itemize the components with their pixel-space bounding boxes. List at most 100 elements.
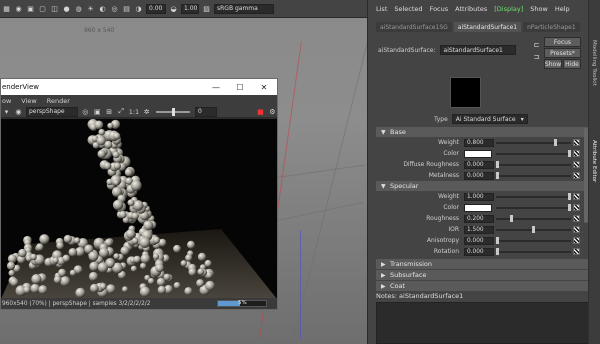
exposure-icon[interactable]: ◑ xyxy=(134,4,143,13)
attr-slider-thumb[interactable] xyxy=(496,248,499,255)
region-icon[interactable]: ⊞ xyxy=(105,107,114,116)
presets-button[interactable]: Presets* xyxy=(544,48,581,58)
menu-render[interactable]: Render xyxy=(47,97,70,105)
colorspace-dropdown[interactable]: sRGB gamma xyxy=(214,3,274,14)
isolate-icon[interactable]: ◎ xyxy=(110,4,119,13)
hide-button[interactable]: Hide xyxy=(563,59,581,69)
exposure-slider-thumb[interactable] xyxy=(172,107,176,116)
attr-slider-thumb[interactable] xyxy=(568,204,571,211)
menu-list[interactable]: List xyxy=(376,5,387,13)
map-texture-icon[interactable] xyxy=(573,248,580,255)
camera-dropdown[interactable]: perspShape xyxy=(25,106,78,117)
tab-particle-shape[interactable]: nParticleShape1 xyxy=(523,22,580,32)
gamma-field[interactable]: 1.00 xyxy=(181,3,199,14)
menu-show[interactable]: Show xyxy=(530,5,548,13)
attr-value-field[interactable]: 0.000 xyxy=(464,248,494,256)
attr-slider-thumb[interactable] xyxy=(496,237,499,244)
ratio-button[interactable]: 1:1 xyxy=(129,108,139,116)
map-texture-icon[interactable] xyxy=(573,172,580,179)
camera-icon[interactable]: ◉ xyxy=(14,107,23,116)
attr-value-field[interactable]: 1.500 xyxy=(464,226,494,234)
attr-slider-thumb[interactable] xyxy=(568,150,571,157)
attr-value-field[interactable]: 1.000 xyxy=(464,193,494,201)
gamma-icon[interactable]: ◒ xyxy=(169,4,178,13)
render-dropdown-icon[interactable]: ▾ xyxy=(2,107,11,116)
map-texture-icon[interactable] xyxy=(573,204,580,211)
tab-shading-group[interactable]: aiStandardSurface1SG xyxy=(376,22,452,32)
render-settings-icon[interactable]: ⚙ xyxy=(268,107,277,116)
attr-value-field[interactable]: 0.200 xyxy=(464,215,494,223)
attr-slider-thumb[interactable] xyxy=(568,193,571,200)
exposure-slider[interactable] xyxy=(156,107,191,116)
attr-slider[interactable] xyxy=(496,172,571,179)
resolution-gate-icon[interactable]: ▢ xyxy=(38,4,47,13)
wireframe-icon[interactable]: ◫ xyxy=(50,4,59,13)
side-tab-attribute-editor[interactable]: Attribute Editor xyxy=(591,140,597,182)
exposure-field[interactable]: 0.00 xyxy=(146,3,166,14)
output-connections-icon[interactable]: ⊐ xyxy=(532,52,541,61)
xray-icon[interactable]: ▤ xyxy=(122,4,131,13)
type-dropdown[interactable]: Ai Standard Surface ▾ xyxy=(451,114,528,124)
exposure-value[interactable]: 0 xyxy=(195,106,217,117)
menu-attributes[interactable]: Attributes xyxy=(455,5,487,13)
stop-render-icon[interactable]: ■ xyxy=(256,107,265,116)
menu-selected[interactable]: Selected xyxy=(394,5,422,13)
map-texture-icon[interactable] xyxy=(573,150,580,157)
attr-slider[interactable] xyxy=(496,204,571,211)
shader-name-field[interactable]: aiStandardSurface1 xyxy=(439,45,516,55)
attr-slider-thumb[interactable] xyxy=(496,172,499,179)
render-view-titlebar[interactable]: enderView — ☐ ✕ xyxy=(1,79,277,95)
section-specular[interactable]: ▼ Specular xyxy=(376,181,589,191)
notes-textarea[interactable] xyxy=(376,302,589,344)
attr-slider-thumb[interactable] xyxy=(510,215,513,222)
section-transmission[interactable]: ▶ Transmission xyxy=(376,259,589,269)
attr-slider[interactable] xyxy=(496,161,571,168)
close-icon[interactable]: ✕ xyxy=(253,79,275,95)
attr-value-field[interactable]: 0.000 xyxy=(464,237,494,245)
grid-icon[interactable]: ▦ xyxy=(2,4,11,13)
attr-slider[interactable] xyxy=(496,237,571,244)
fit-icon[interactable]: ⤢ xyxy=(117,107,126,116)
lights-icon[interactable]: ☀ xyxy=(86,4,95,13)
color-management-icon[interactable]: ▨ xyxy=(202,4,211,13)
attr-slider[interactable] xyxy=(496,226,571,233)
snapshot-icon[interactable]: ◎ xyxy=(81,107,90,116)
attr-value-field[interactable]: 0.000 xyxy=(464,161,494,169)
map-texture-icon[interactable] xyxy=(573,215,580,222)
minimize-icon[interactable]: — xyxy=(205,79,227,95)
shaded-icon[interactable]: ● xyxy=(62,4,71,13)
map-texture-icon[interactable] xyxy=(573,161,580,168)
color-swatch[interactable] xyxy=(464,150,492,158)
film-gate-icon[interactable]: ▣ xyxy=(26,4,35,13)
attr-value-field[interactable]: 0.000 xyxy=(464,172,494,180)
input-connections-icon[interactable]: ⊏ xyxy=(532,40,541,49)
attr-slider-thumb[interactable] xyxy=(554,139,557,146)
show-button[interactable]: Show xyxy=(544,59,562,69)
menu-focus[interactable]: Focus xyxy=(430,5,449,13)
textured-icon[interactable]: ◍ xyxy=(74,4,83,13)
shadows-icon[interactable]: ◐ xyxy=(98,4,107,13)
exposure-icon[interactable]: ✲ xyxy=(142,107,151,116)
section-subsurface[interactable]: ▶ Subsurface xyxy=(376,270,589,280)
menu-help[interactable]: Help xyxy=(555,5,570,13)
section-base[interactable]: ▼ Base xyxy=(376,127,589,137)
attr-slider[interactable] xyxy=(496,150,571,157)
attr-slider[interactable] xyxy=(496,215,571,222)
menu-view[interactable]: View xyxy=(21,97,36,105)
maximize-icon[interactable]: ☐ xyxy=(229,79,251,95)
render-view-window[interactable]: enderView — ☐ ✕ ow View Render ▾ ◉ persp… xyxy=(0,78,278,310)
attr-slider[interactable] xyxy=(496,248,571,255)
color-swatch[interactable] xyxy=(464,204,492,212)
focus-button[interactable]: Focus xyxy=(544,37,581,47)
attr-slider[interactable] xyxy=(496,139,571,146)
map-texture-icon[interactable] xyxy=(573,139,580,146)
map-texture-icon[interactable] xyxy=(573,237,580,244)
menu-window[interactable]: ow xyxy=(2,97,11,105)
attr-slider-thumb[interactable] xyxy=(532,226,535,233)
menu-display[interactable]: [Display] xyxy=(494,5,523,13)
section-coat[interactable]: ▶ Coat xyxy=(376,281,589,291)
map-texture-icon[interactable] xyxy=(573,193,580,200)
map-texture-icon[interactable] xyxy=(573,226,580,233)
channel-icon[interactable]: ▣ xyxy=(93,107,102,116)
attr-value-field[interactable]: 0.800 xyxy=(464,139,494,147)
